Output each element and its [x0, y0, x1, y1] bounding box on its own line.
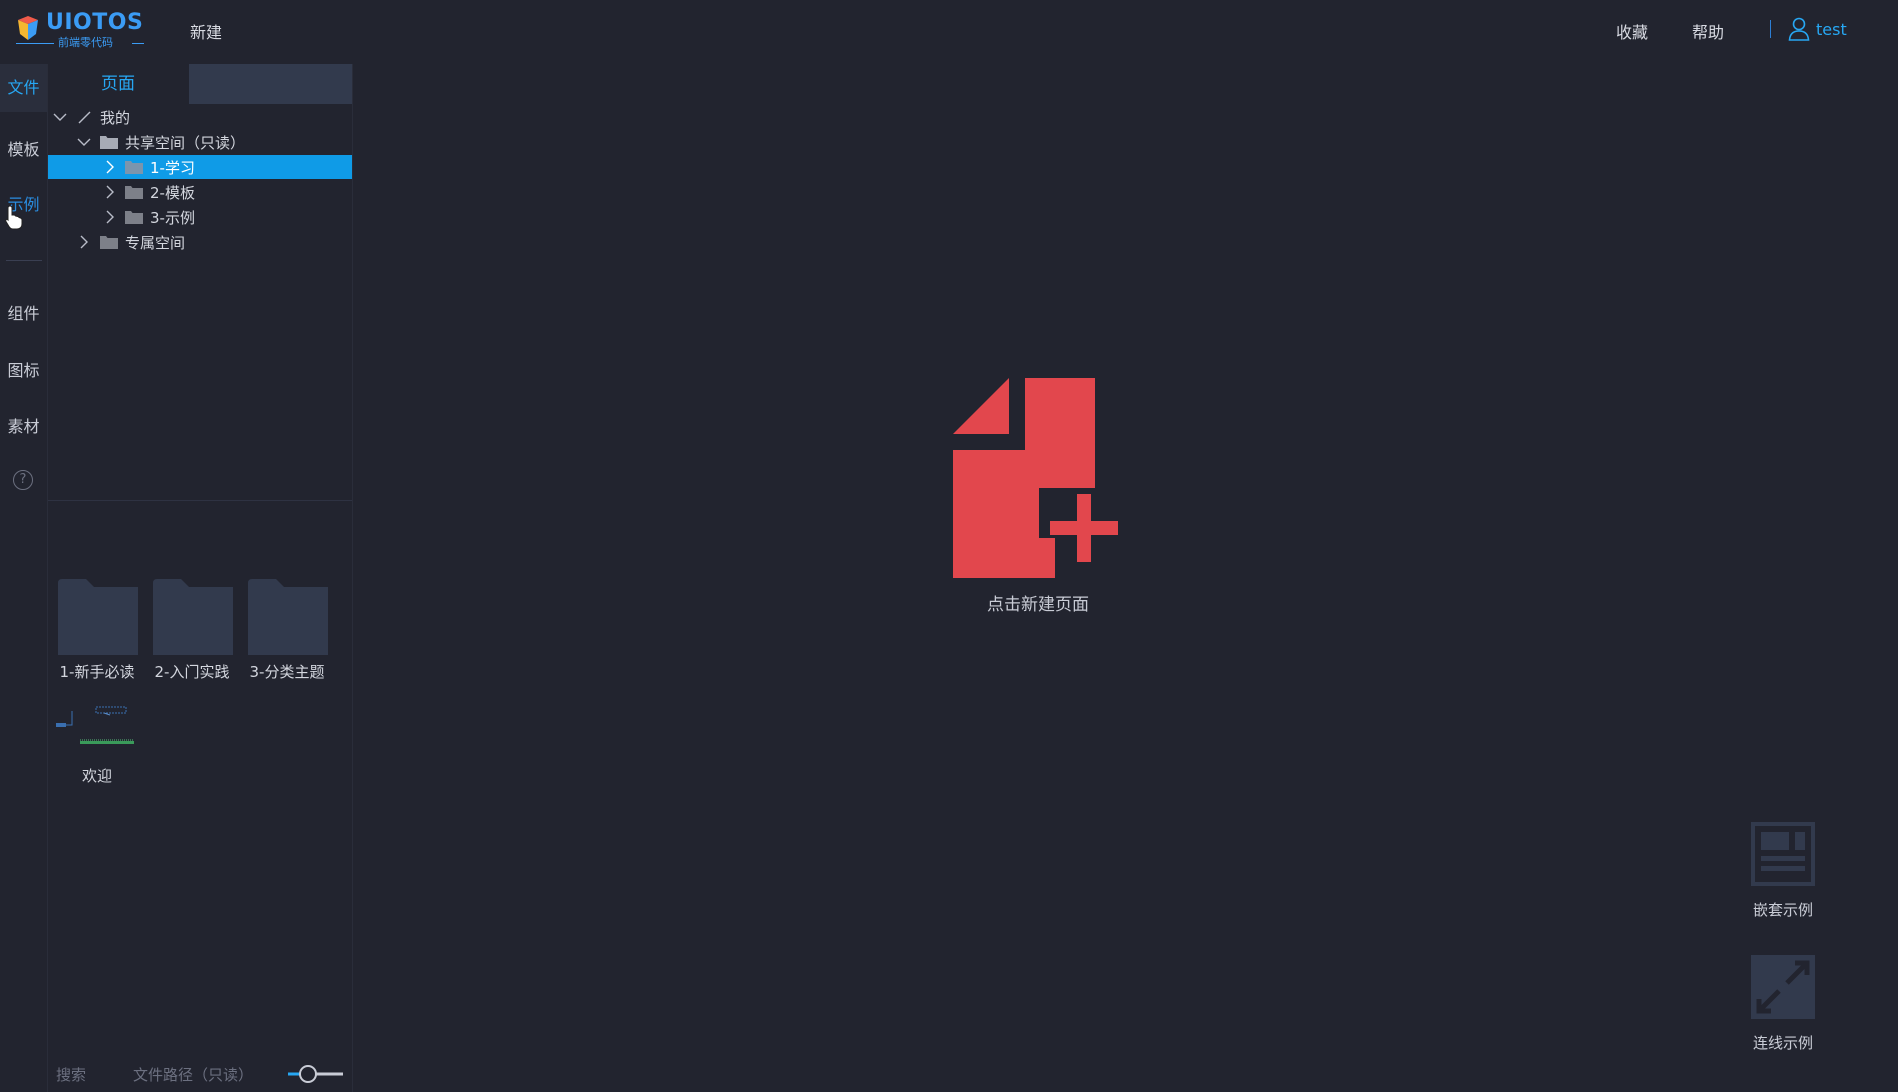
- help-link[interactable]: 帮助: [1692, 19, 1724, 43]
- tab-secondary[interactable]: [189, 64, 352, 104]
- user-menu[interactable]: test: [1788, 17, 1847, 41]
- rail-item-materials[interactable]: 素材: [0, 403, 47, 451]
- help-icon[interactable]: ?: [13, 470, 33, 490]
- left-rail: 文件 模板 示例 组件 图标 素材 ?: [0, 64, 48, 1092]
- search-input[interactable]: 搜索: [56, 1064, 86, 1085]
- main-canvas: 点击新建页面 嵌套示例 连线示例: [353, 60, 1898, 1092]
- large-folder-icon: [153, 579, 233, 655]
- chevron-down-icon[interactable]: [52, 109, 68, 125]
- thumbnail-folder[interactable]: 3-分类主题: [244, 579, 330, 681]
- thumbnail-label: 2-入门实践: [154, 663, 230, 681]
- nested-layout-icon: [1751, 822, 1815, 886]
- rail-item-templates[interactable]: 模板: [0, 126, 47, 174]
- top-bar: UIOTOS 前端零代码 新建 收藏 帮助 test: [0, 0, 1898, 60]
- connect-example-button[interactable]: 连线示例: [1738, 955, 1828, 1055]
- thumbnail-folder[interactable]: 2-入门实践: [149, 579, 235, 681]
- welcome-preview-image: [56, 706, 134, 744]
- tree-label: 2-模板: [150, 184, 195, 202]
- thumbnail-label: 欢迎: [81, 767, 112, 785]
- thumbnail-welcome[interactable]: 欢迎: [54, 699, 140, 799]
- user-icon: [1788, 17, 1810, 41]
- panel-footer: 搜索 文件路径（只读）: [48, 1054, 352, 1092]
- tree-item-examples[interactable]: 3-示例: [48, 205, 352, 229]
- file-panel: 页面 我的 共享空间（只读） 1-学习 2-模板 3-示例 专属空间 1-新手必…: [48, 64, 353, 1092]
- tree-item-shared-space[interactable]: 共享空间（只读）: [48, 130, 352, 154]
- tree-item-templates[interactable]: 2-模板: [48, 180, 352, 204]
- connect-example-label: 连线示例: [1752, 1034, 1813, 1052]
- chevron-right-icon[interactable]: [76, 234, 92, 250]
- rail-item-components[interactable]: 组件: [0, 290, 47, 338]
- thumbnail-folder[interactable]: 1-新手必读: [54, 579, 140, 681]
- logo-text: UIOTOS: [46, 10, 144, 35]
- folder-icon: [125, 211, 143, 224]
- tree-item-mine[interactable]: 我的: [48, 105, 352, 129]
- chevron-right-icon[interactable]: [102, 209, 118, 225]
- connection-arrows-icon: [1751, 955, 1815, 1019]
- folder-icon: [100, 236, 118, 249]
- panel-tabs: 页面: [48, 64, 352, 104]
- new-menu[interactable]: 新建: [190, 19, 222, 43]
- logo-underline-left: [16, 43, 54, 44]
- zoom-slider[interactable]: [288, 1064, 343, 1084]
- file-path-field[interactable]: 文件路径（只读）: [133, 1064, 253, 1085]
- chevron-down-icon[interactable]: [76, 134, 92, 150]
- chevron-right-icon[interactable]: [102, 184, 118, 200]
- large-folder-icon: [58, 579, 138, 655]
- logo-subtitle: 前端零代码: [58, 36, 113, 49]
- user-name: test: [1816, 19, 1847, 39]
- folder-icon: [125, 186, 143, 199]
- tree-label: 我的: [100, 109, 131, 127]
- tab-page[interactable]: 页面: [48, 64, 188, 104]
- tree-label: 共享空间（只读）: [125, 134, 246, 152]
- logo-underline-right: [132, 43, 144, 44]
- large-folder-icon: [248, 579, 328, 655]
- chevron-right-icon[interactable]: [102, 159, 118, 175]
- tree-item-private-space[interactable]: 专属空间: [48, 230, 352, 254]
- panel-divider: [48, 500, 352, 501]
- tree-label: 专属空间: [125, 234, 186, 252]
- thumbnail-label: 3-分类主题: [249, 663, 325, 681]
- nested-example-label: 嵌套示例: [1752, 901, 1813, 919]
- new-page-button[interactable]: 点击新建页面: [953, 378, 1123, 618]
- app-logo[interactable]: UIOTOS 前端零代码: [14, 10, 144, 50]
- rail-divider: [6, 260, 42, 261]
- folder-icon: [100, 136, 118, 149]
- new-page-label: 点击新建页面: [987, 595, 1089, 615]
- folder-icon: [125, 161, 143, 174]
- favorites-link[interactable]: 收藏: [1616, 19, 1648, 43]
- tree-label: 3-示例: [150, 209, 195, 227]
- logo-cube-icon: [18, 16, 38, 40]
- rail-item-files[interactable]: 文件: [0, 64, 47, 112]
- nested-example-button[interactable]: 嵌套示例: [1738, 822, 1828, 922]
- tree-label: 1-学习: [150, 159, 195, 177]
- rail-item-icons[interactable]: 图标: [0, 347, 47, 395]
- thumbnail-label: 1-新手必读: [59, 663, 135, 681]
- header-divider: [1770, 20, 1771, 38]
- new-page-icon: [953, 378, 1118, 578]
- slash-icon: [78, 111, 91, 124]
- tree-item-learning[interactable]: 1-学习: [48, 155, 352, 179]
- hand-cursor-icon: [5, 205, 23, 230]
